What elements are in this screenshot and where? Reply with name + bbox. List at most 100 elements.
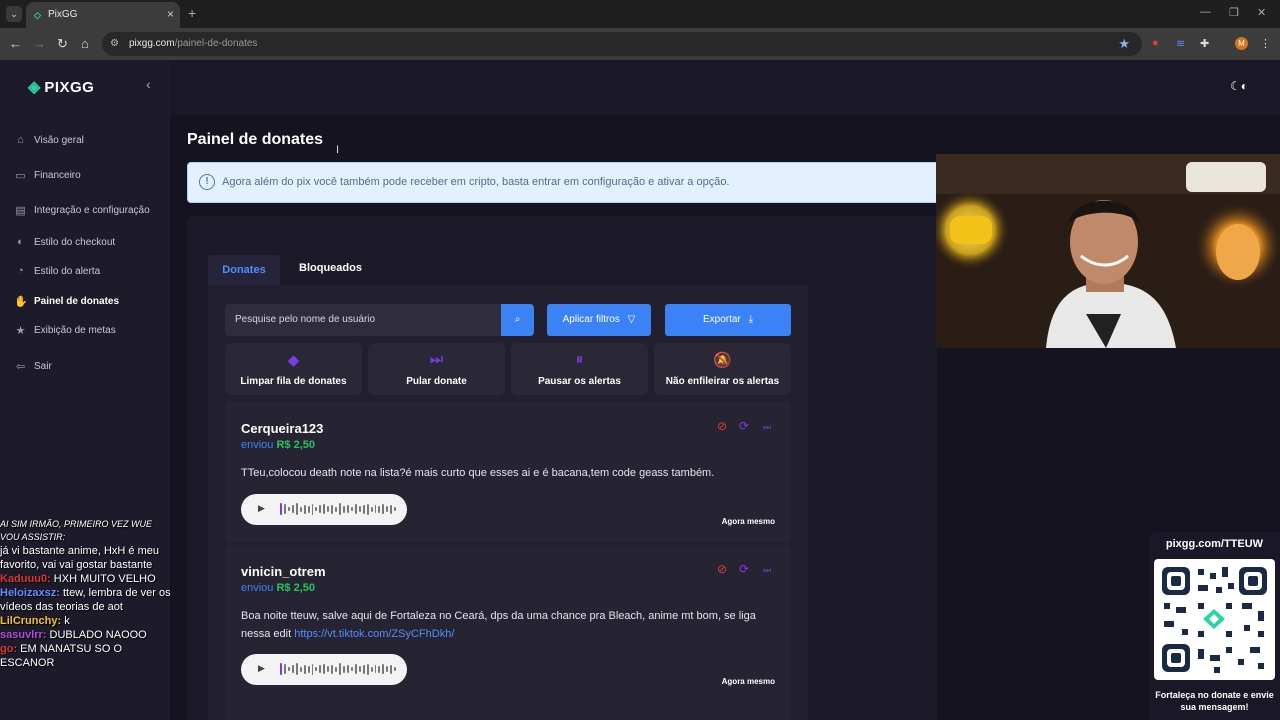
waveform-bar [382, 664, 385, 674]
waveform-bar [370, 506, 373, 512]
waveform-bar [358, 666, 361, 672]
waveform-bar [358, 506, 361, 512]
sidebar-item-exibicao-metas[interactable]: ★ Exibição de metas [14, 324, 116, 337]
theme-toggle-icon[interactable]: ☾◐ [1230, 79, 1248, 93]
chat-message: já vi bastante anime, HxH é meu favorito… [0, 544, 172, 572]
tab-donates[interactable]: Donates [208, 255, 280, 285]
donate-amount-line: enviou R$ 2,50 [241, 439, 315, 451]
waveform-bar [350, 507, 353, 511]
audio-player[interactable]: ▶ [241, 654, 407, 685]
search-button[interactable]: ⌕ [501, 304, 534, 336]
waveform-bar [354, 664, 357, 674]
minimize-icon[interactable]: — [1200, 6, 1211, 18]
audio-waveform[interactable] [280, 503, 397, 515]
chat-text: HXH MUITO VELHO [53, 573, 156, 585]
play-icon[interactable]: ▶ [258, 503, 265, 514]
page-title: Painel de donates [187, 131, 324, 148]
stream-chat-overlay: AI SIM IRMÃO, PRIMEIRO VEZ WUE VOU ASSIS… [0, 500, 172, 720]
sidebar-item-label: Integração e configuração [34, 205, 150, 216]
sidebar-item-estilo-alerta[interactable]: ◔ Estilo do alerta [14, 265, 100, 277]
download-icon: ⤓ [748, 314, 753, 325]
reload-icon[interactable]: ↻ [57, 36, 68, 52]
home-button-icon[interactable]: ⌂ [81, 36, 89, 51]
waveform-bar [295, 663, 298, 675]
pixgg-logo[interactable]: ◈ PIXGG [28, 77, 94, 97]
collapse-sidebar-icon[interactable]: ‹ [146, 76, 151, 92]
dont-queue-alerts-button[interactable]: 🔕 Não enfileirar os alertas [654, 343, 791, 395]
waveform-bar [366, 663, 369, 675]
block-icon[interactable]: ⊘ [717, 419, 727, 433]
block-icon[interactable]: ⊘ [717, 562, 727, 576]
sidebar-item-visao-geral[interactable]: ⌂ Visão geral [14, 134, 84, 146]
replay-icon[interactable]: ⟳ [739, 562, 749, 576]
skip-donate-button[interactable]: ⏭ Pular donate [368, 343, 505, 395]
extension-red-icon[interactable]: ● [1152, 37, 1159, 49]
waveform-bar [350, 667, 353, 671]
browser-menu-icon[interactable]: ⋮ [1260, 37, 1271, 50]
pause-alerts-button[interactable]: ⏸ Pausar os alertas [511, 343, 648, 395]
restore-icon[interactable]: ❐ [1229, 6, 1239, 19]
chat-username: sasuvlrr: [0, 629, 47, 641]
settings-icon: ▤ [15, 205, 26, 217]
sidebar-item-estilo-checkout[interactable]: ◐ Estilo do checkout [14, 236, 115, 248]
play-icon[interactable]: ▶ [258, 663, 265, 674]
action-label: Pular donate [406, 376, 467, 387]
new-tab-icon[interactable]: + [188, 5, 196, 21]
sidebar-item-sair[interactable]: ⇦ Sair [14, 360, 52, 373]
audio-waveform[interactable] [280, 663, 397, 675]
donate-link[interactable]: https://vt.tiktok.com/ZSyCFhDkh/ [294, 628, 454, 640]
close-window-icon[interactable]: ✕ [1257, 6, 1266, 19]
pause-icon: ⏸ [575, 351, 584, 368]
donate-card: Cerqueira123 enviou R$ 2,50 ⊘ ⟳ ⏭ TTeu,c… [225, 402, 791, 542]
forward-icon[interactable]: → [33, 36, 46, 51]
waveform-bar [378, 665, 381, 673]
palette-icon: ◐ [17, 236, 24, 248]
waveform-bar [315, 667, 318, 671]
waveform-bar [299, 506, 302, 512]
sidebar-item-label: Financeiro [34, 170, 81, 181]
chat-username: go: [0, 643, 18, 655]
replay-icon[interactable]: ⟳ [739, 419, 749, 433]
banner-text: Agora além do pix você também pode receb… [222, 176, 730, 188]
bookmark-star-icon[interactable]: ★ [1118, 36, 1130, 52]
tab-search-icon[interactable]: ⌄ [6, 6, 22, 22]
tab-bloqueados[interactable]: Bloqueados [299, 262, 362, 274]
extension-wave-icon[interactable]: ≋ [1176, 37, 1185, 50]
pixgg-favicon: ◇ [34, 10, 41, 20]
chat-message: AI SIM IRMÃO, PRIMEIRO VEZ WUE VOU ASSIS… [0, 518, 172, 544]
extensions-puzzle-icon[interactable]: ✚ [1200, 37, 1209, 50]
sent-label: enviou [241, 439, 274, 451]
audio-player[interactable]: ▶ [241, 494, 407, 525]
apply-filters-button[interactable]: Aplicar filtros ▽ [547, 304, 651, 336]
waveform-bar [394, 667, 397, 671]
waveform-bar [366, 503, 369, 515]
back-icon[interactable]: ← [9, 36, 22, 51]
chat-text: EM NANATSU SO O ESCANOR [0, 643, 123, 669]
search-input[interactable]: Pesquise pelo nome de usuário [225, 304, 502, 336]
chat-username: Heloizaxsz: [0, 587, 60, 599]
sidebar-item-painel-donates[interactable]: ✋ Painel de donates [14, 295, 119, 308]
star-icon: ★ [15, 325, 26, 337]
skip-small-icon[interactable]: ⏭ [763, 422, 771, 433]
sidebar-item-financeiro[interactable]: ▭ Financeiro [14, 169, 81, 182]
waveform-bar [335, 506, 338, 512]
sidebar-item-label: Estilo do checkout [34, 236, 116, 248]
sent-label: enviou [241, 582, 274, 594]
waveform-bar [362, 504, 365, 514]
profile-avatar[interactable]: M [1235, 37, 1248, 50]
close-tab-icon[interactable]: × [167, 7, 174, 21]
url-field[interactable]: ⚙ pixgg.com/painel-de-donates ★ [102, 32, 1142, 56]
sidebar-item-label: Sair [34, 361, 52, 372]
waveform-bar [386, 506, 389, 512]
site-info-icon[interactable]: ⚙ [110, 38, 119, 49]
clear-queue-button[interactable]: ◆ Limpar fila de donates [225, 343, 362, 395]
skip-small-icon[interactable]: ⏭ [763, 565, 771, 576]
sidebar-item-integracao[interactable]: ▤ Integração e configuração [14, 204, 150, 217]
waveform-bar [374, 665, 377, 673]
logo-text: PIXGG [44, 78, 95, 96]
chat-username: LilCrunchy: [0, 615, 62, 627]
waveform-bar [311, 663, 314, 675]
waveform-bar [311, 503, 314, 515]
browser-tab[interactable]: ◇ PixGG × [26, 2, 180, 28]
export-button[interactable]: Exportar ⤓ [665, 304, 791, 336]
